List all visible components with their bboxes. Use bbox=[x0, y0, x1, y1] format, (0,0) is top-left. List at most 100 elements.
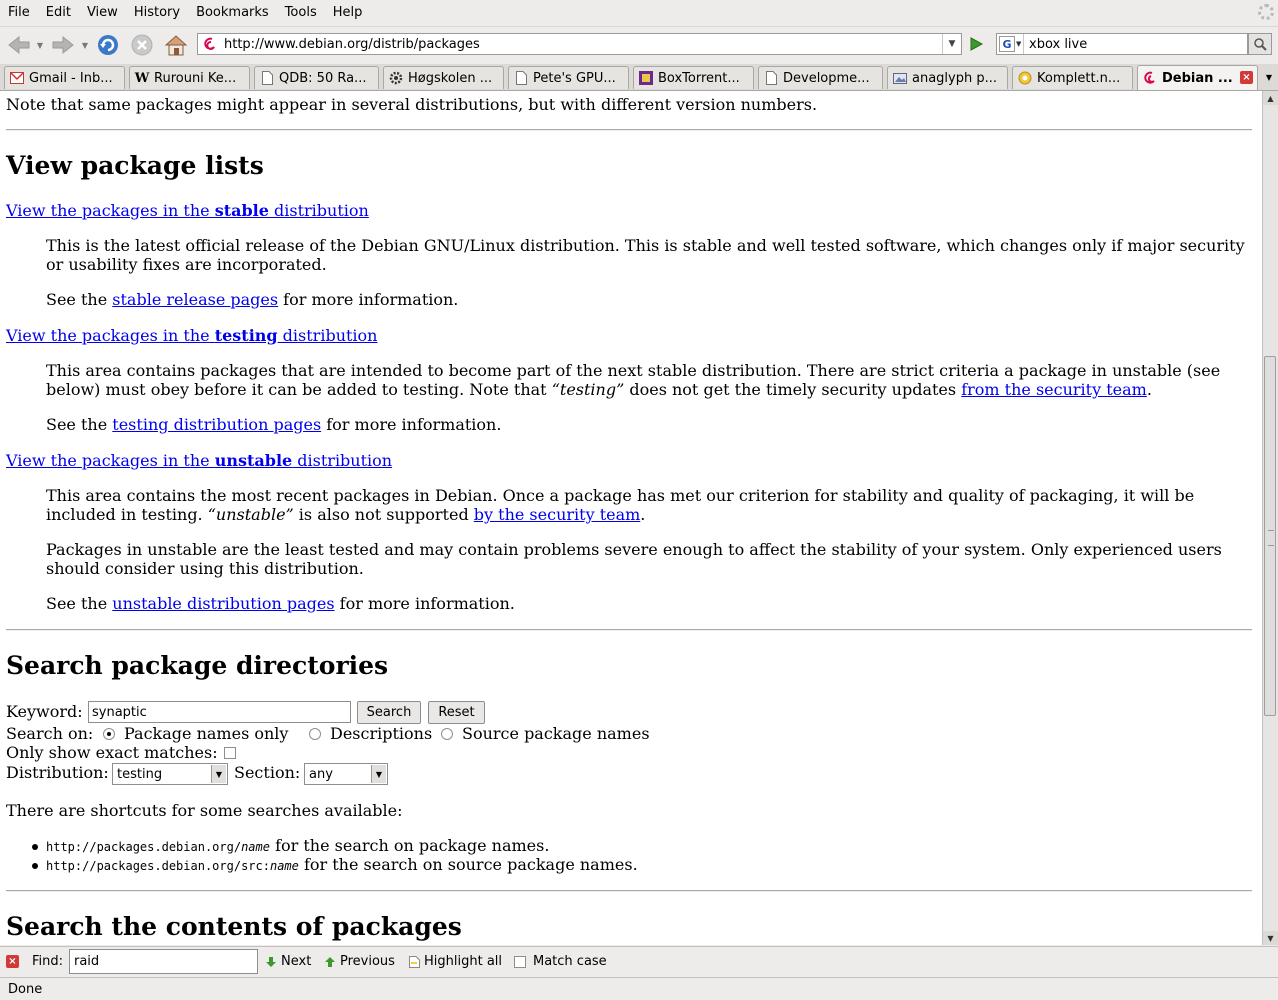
scroll-up-arrow-icon[interactable]: ▲ bbox=[1263, 91, 1278, 105]
stable-release-pages-link[interactable]: stable release pages bbox=[112, 290, 278, 309]
match-case-checkbox[interactable] bbox=[514, 955, 526, 968]
tab-development[interactable]: Developme... bbox=[758, 66, 883, 89]
testing-distribution-pages-link[interactable]: testing distribution pages bbox=[112, 415, 321, 434]
bullet bbox=[32, 844, 38, 850]
green-down-arrow-icon bbox=[265, 956, 277, 968]
tab-gmail[interactable]: Gmail - Inb... bbox=[4, 66, 125, 89]
tab-hogskolen[interactable]: Høgskolen ... bbox=[383, 66, 504, 89]
unstable-description: This area contains the most recent packa… bbox=[46, 486, 1195, 524]
menu-tools[interactable]: Tools bbox=[277, 5, 325, 20]
status-text: Done bbox=[8, 981, 43, 997]
grip-icon bbox=[1268, 530, 1274, 546]
tab-boxtorrent[interactable]: BoxTorrent... bbox=[633, 66, 754, 89]
home-button[interactable] bbox=[161, 31, 191, 59]
vertical-scrollbar[interactable]: ▲ ▼ bbox=[1262, 91, 1278, 945]
page-icon bbox=[260, 71, 274, 85]
chevron-down-icon: ▼ bbox=[81, 40, 89, 50]
menu-edit[interactable]: Edit bbox=[38, 5, 79, 20]
go-button[interactable] bbox=[966, 34, 986, 54]
exact-matches-label: Only show exact matches: bbox=[6, 743, 218, 762]
reset-button[interactable]: Reset bbox=[428, 701, 485, 724]
unstable-see-also: See the unstable distribution pages for … bbox=[46, 594, 515, 613]
radio-descriptions[interactable] bbox=[309, 728, 321, 740]
exact-matches-checkbox[interactable] bbox=[224, 747, 236, 759]
find-previous-button[interactable]: Previous bbox=[324, 954, 395, 969]
radio-package-names[interactable] bbox=[103, 728, 115, 740]
distribution-select[interactable]: testing ▼ bbox=[112, 763, 228, 785]
view-stable-link[interactable]: View the packages in the stable distribu… bbox=[6, 201, 369, 220]
wikipedia-icon: W bbox=[134, 70, 150, 86]
scroll-down-arrow-icon[interactable]: ▼ bbox=[1263, 931, 1278, 945]
distribution-label: Distribution: bbox=[6, 763, 109, 782]
search-on-label: Search on: bbox=[6, 724, 94, 743]
tab-label: BoxTorrent... bbox=[658, 70, 740, 86]
menu-help[interactable]: Help bbox=[325, 5, 371, 20]
radio-source-names[interactable] bbox=[441, 728, 453, 740]
by-security-team-link[interactable]: by the security team bbox=[474, 505, 641, 524]
radio-package-names-label: Package names only bbox=[124, 724, 289, 743]
search-bar[interactable]: G ▼ xbox live bbox=[996, 33, 1248, 55]
find-close-icon[interactable]: × bbox=[6, 955, 19, 968]
tab-label: QDB: 50 Ra... bbox=[279, 70, 367, 86]
scrollbar-thumb[interactable] bbox=[1264, 356, 1276, 716]
menu-bar: File Edit View History Bookmarks Tools H… bbox=[0, 0, 1278, 25]
forward-history-dropdown[interactable]: ▼ bbox=[79, 31, 91, 59]
gmail-icon bbox=[10, 71, 24, 85]
unstable-distribution-pages-link[interactable]: unstable distribution pages bbox=[112, 594, 334, 613]
tab-komplett[interactable]: Komplett.n... bbox=[1012, 66, 1133, 89]
tab-label: Rurouni Ke... bbox=[154, 70, 237, 86]
menu-view[interactable]: View bbox=[79, 5, 126, 20]
debian-swirl-icon bbox=[1143, 71, 1157, 85]
back-button[interactable] bbox=[4, 31, 34, 59]
view-unstable-link[interactable]: View the packages in the unstable distri… bbox=[6, 451, 392, 470]
search-button[interactable]: Search bbox=[357, 701, 421, 724]
highlight-all-button[interactable]: Highlight all bbox=[408, 954, 502, 969]
divider bbox=[6, 890, 1252, 892]
stop-button[interactable] bbox=[128, 31, 156, 59]
find-label: Find: bbox=[32, 954, 64, 969]
testing-link-line: View the packages in the testing distrib… bbox=[6, 326, 377, 345]
back-history-dropdown[interactable]: ▼ bbox=[34, 31, 46, 59]
match-case-option[interactable]: Match case bbox=[514, 954, 607, 969]
tab-close-icon[interactable]: × bbox=[1240, 71, 1253, 84]
go-arrow-icon bbox=[970, 37, 984, 51]
view-testing-link[interactable]: View the packages in the testing distrib… bbox=[6, 326, 377, 345]
keyword-input[interactable]: synaptic bbox=[88, 701, 351, 723]
tab-label: Høgskolen ... bbox=[408, 70, 493, 86]
page-content: Note that same packages might appear in … bbox=[0, 91, 1262, 945]
page-icon bbox=[514, 71, 528, 85]
unstable-link-line: View the packages in the unstable distri… bbox=[6, 451, 392, 470]
chevron-down-icon: ▼ bbox=[948, 39, 956, 49]
forward-button[interactable] bbox=[48, 31, 78, 59]
url-history-dropdown[interactable]: ▼ bbox=[942, 34, 961, 54]
bullet bbox=[32, 863, 38, 869]
menu-history[interactable]: History bbox=[126, 5, 188, 20]
stable-description: This is the latest official release of t… bbox=[46, 236, 1245, 274]
section-value: any bbox=[309, 766, 333, 782]
gear-icon bbox=[389, 71, 403, 85]
distribution-value: testing bbox=[117, 766, 163, 782]
shortcuts-intro: There are shortcuts for some searches av… bbox=[6, 801, 403, 820]
search-engine-selector[interactable]: G ▼ bbox=[997, 34, 1024, 54]
section-select[interactable]: any ▼ bbox=[304, 763, 388, 785]
tab-list-button[interactable]: ▼ bbox=[1262, 67, 1276, 87]
reload-button[interactable] bbox=[94, 31, 122, 59]
divider bbox=[6, 629, 1252, 631]
find-input[interactable]: raid bbox=[69, 949, 258, 974]
tab-wikipedia[interactable]: W Rurouni Ke... bbox=[129, 66, 250, 89]
tab-anaglyph[interactable]: anaglyph p... bbox=[887, 66, 1008, 89]
tab-debian[interactable]: Debian ... × bbox=[1137, 65, 1258, 90]
url-bar[interactable]: http://www.debian.org/distrib/packages ▼ bbox=[197, 33, 962, 55]
magnifier-icon bbox=[1254, 38, 1267, 51]
menu-file[interactable]: File bbox=[0, 5, 38, 20]
search-go-button[interactable] bbox=[1248, 33, 1272, 55]
find-next-button[interactable]: Next bbox=[265, 954, 311, 969]
chevron-down-icon: ▼ bbox=[1265, 72, 1273, 82]
tab-qdb[interactable]: QDB: 50 Ra... bbox=[254, 66, 379, 89]
tab-petes-gpu[interactable]: Pete's GPU... bbox=[508, 66, 629, 89]
shortcut-source-names: http://packages.debian.org/src:name for … bbox=[46, 855, 638, 874]
green-up-arrow-icon bbox=[324, 956, 336, 968]
forward-arrow-icon bbox=[52, 35, 74, 55]
security-team-link[interactable]: from the security team bbox=[961, 380, 1147, 399]
menu-bookmarks[interactable]: Bookmarks bbox=[188, 5, 277, 20]
